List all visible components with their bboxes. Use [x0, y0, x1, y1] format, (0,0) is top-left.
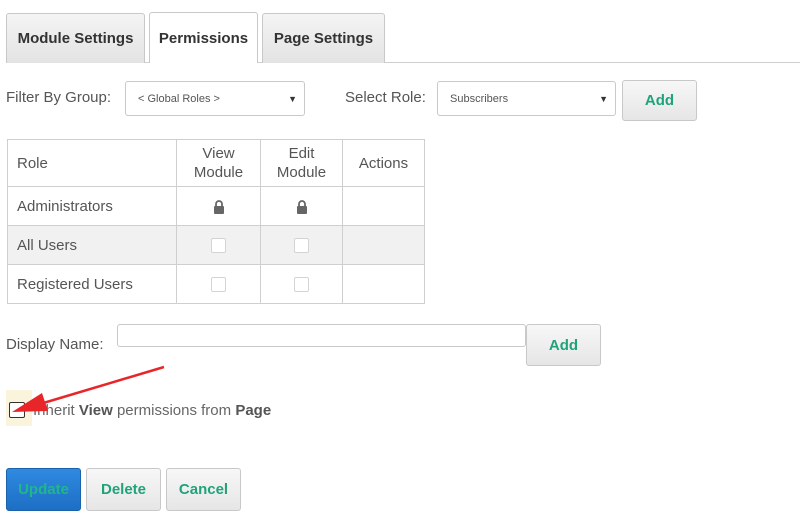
- filter-group-select[interactable]: < Global Roles > ▼: [125, 81, 305, 116]
- edit-permission-cell: [260, 264, 343, 304]
- view-header-line1: View: [202, 145, 235, 162]
- view-permission-checkbox[interactable]: [211, 277, 226, 293]
- select-role-label: Select Role:: [345, 89, 426, 106]
- actions-cell: [342, 264, 425, 304]
- cancel-button[interactable]: Cancel: [166, 468, 241, 511]
- add-role-button[interactable]: Add: [622, 80, 697, 121]
- lock-icon: [213, 199, 224, 214]
- permissions-grid: Role View Module Edit Module Actions Adm…: [7, 139, 425, 304]
- actions-cell: [342, 225, 425, 265]
- filter-by-group-label: Filter By Group:: [6, 89, 112, 106]
- lock-icon: [296, 199, 307, 214]
- display-name-input[interactable]: [117, 324, 526, 347]
- view-permission-cell: [176, 225, 261, 265]
- tab-module-settings[interactable]: Module Settings: [6, 13, 145, 63]
- edit-permission-cell: [260, 225, 343, 265]
- view-module-column-header: View Module: [176, 139, 261, 187]
- edit-header-line2: Module: [276, 164, 327, 181]
- actions-column-header: Actions: [342, 139, 425, 187]
- tab-page-settings[interactable]: Page Settings: [262, 13, 385, 63]
- edit-header-line1: Edit: [288, 145, 315, 162]
- role-cell: Administrators: [7, 186, 177, 226]
- annotation-arrow-icon: [12, 365, 165, 412]
- view-permission-cell: [176, 186, 261, 226]
- edit-permission-cell: [260, 186, 343, 226]
- edit-module-column-header: Edit Module: [260, 139, 343, 187]
- view-permission-checkbox[interactable]: [211, 238, 226, 254]
- table-row: All Users: [7, 225, 425, 265]
- chevron-down-icon: ▼: [599, 94, 608, 104]
- display-name-label: Display Name:: [6, 336, 104, 353]
- filter-group-value: < Global Roles >: [138, 92, 220, 105]
- chevron-down-icon: ▼: [288, 94, 297, 104]
- inherit-page-word: Page: [235, 402, 272, 419]
- role-cell: All Users: [7, 225, 177, 265]
- actions-cell: [342, 186, 425, 226]
- edit-permission-checkbox[interactable]: [294, 277, 309, 293]
- edit-permission-checkbox[interactable]: [294, 238, 309, 254]
- role-select[interactable]: Subscribers ▼: [437, 81, 616, 116]
- role-cell: Registered Users: [7, 264, 177, 304]
- tab-permissions[interactable]: Permissions: [149, 12, 258, 63]
- view-header-line2: Module: [193, 164, 244, 181]
- role-select-value: Subscribers: [450, 92, 509, 105]
- table-row: Registered Users: [7, 264, 425, 304]
- add-display-name-button[interactable]: Add: [526, 324, 601, 366]
- table-row: Administrators: [7, 186, 425, 226]
- update-button[interactable]: Update: [6, 468, 81, 511]
- delete-button[interactable]: Delete: [86, 468, 161, 511]
- role-column-header: Role: [7, 139, 177, 187]
- view-permission-cell: [176, 264, 261, 304]
